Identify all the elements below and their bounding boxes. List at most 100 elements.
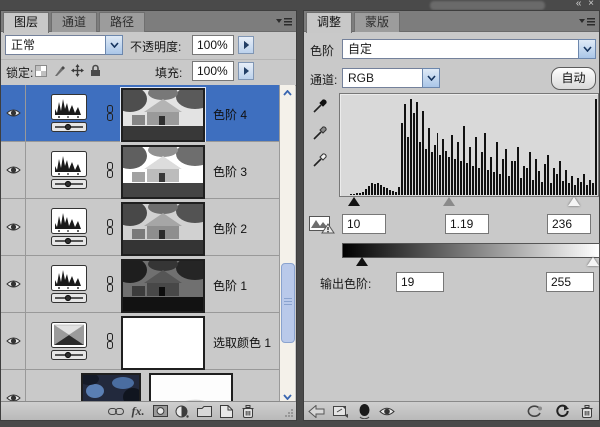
add-layer-mask-icon[interactable] (149, 403, 171, 419)
opacity-input[interactable]: 100% (192, 35, 234, 55)
levels-adjustment-thumbnail[interactable] (51, 208, 87, 246)
new-adjustment-layer-icon[interactable] (171, 403, 193, 419)
output-levels-label: 输出色阶: (320, 275, 371, 292)
levels-adjustment-thumbnail[interactable] (51, 94, 87, 132)
tab-layers[interactable]: 图层 (3, 12, 49, 33)
layer-row-levels-3[interactable]: 色阶 3 (1, 142, 282, 199)
output-levels-row: 输出色阶: (304, 269, 599, 295)
scrollbar-thumb[interactable] (281, 263, 295, 343)
scroll-up-icon[interactable] (280, 85, 295, 100)
lock-all-icon[interactable] (90, 64, 101, 77)
layer-mask-thumbnail[interactable] (121, 145, 205, 199)
auto-button[interactable]: 自动 (551, 67, 596, 90)
levels-preset-row: 色阶 自定 (304, 37, 599, 63)
visibility-eye-icon[interactable] (6, 336, 21, 346)
output-low-field[interactable] (396, 272, 444, 292)
visibility-eye-icon[interactable] (6, 165, 21, 175)
tab-adjustments[interactable]: 调整 (306, 12, 352, 33)
expanded-view-icon[interactable] (333, 404, 350, 418)
layers-tabbar: 图层 通道 路径 (1, 11, 296, 32)
lock-position-icon[interactable] (71, 64, 84, 77)
selective-color-thumbnail[interactable] (51, 322, 87, 360)
layers-panel: 图层 通道 路径 正常 不透明度: 100% 锁定: (0, 10, 297, 421)
toggle-visibility-eye-icon[interactable] (379, 406, 395, 417)
histogram-warning-icon[interactable] (309, 214, 335, 234)
tab-masks[interactable]: 蒙版 (354, 12, 400, 32)
fill-input[interactable]: 100% (192, 61, 234, 81)
midtone-input-slider[interactable] (443, 197, 455, 206)
panel-menu-icon[interactable] (276, 16, 292, 26)
output-shadow-slider[interactable] (356, 257, 368, 266)
white-point-eyedropper-icon[interactable] (312, 151, 329, 168)
mask-link-icon[interactable] (105, 333, 115, 349)
opacity-slider-arrow-icon[interactable] (238, 36, 254, 54)
adjustments-panel: 调整 蒙版 色阶 自定 通道: RGB 自动 (303, 10, 600, 421)
mask-link-icon[interactable] (105, 219, 115, 235)
fill-slider-arrow-icon[interactable] (238, 62, 254, 80)
output-gradient-bar[interactable] (342, 243, 600, 258)
reset-icon[interactable] (555, 404, 569, 418)
new-group-icon[interactable] (193, 403, 215, 419)
layer-name: 色阶 3 (213, 163, 247, 180)
resize-grip[interactable] (285, 408, 294, 417)
layer-style-icon[interactable]: fx. (127, 403, 149, 419)
tab-channels[interactable]: 通道 (51, 12, 97, 32)
clip-to-layer-icon[interactable] (358, 404, 371, 419)
channel-row: 通道: RGB 自动 (304, 65, 599, 93)
histogram-bars (341, 99, 597, 195)
return-to-adjustment-list-icon[interactable] (308, 405, 325, 418)
layer-row-selective-color[interactable]: 选取颜色 1 (1, 313, 282, 370)
layers-scrollbar[interactable] (279, 85, 295, 404)
new-layer-icon[interactable] (215, 403, 237, 419)
shadow-input-field[interactable] (342, 214, 386, 234)
layer-row-levels-2[interactable]: 色阶 2 (1, 199, 282, 256)
levels-adjustment-thumbnail[interactable] (51, 151, 87, 189)
watermark (430, 1, 545, 10)
chevron-down-icon[interactable] (422, 68, 440, 88)
levels-histogram[interactable] (339, 93, 599, 197)
lock-transparency-icon[interactable] (35, 65, 47, 77)
mask-link-icon[interactable] (105, 276, 115, 292)
adjustments-bottom-bar (304, 401, 599, 420)
link-layers-icon[interactable] (105, 403, 127, 419)
chevron-down-icon[interactable] (105, 35, 123, 55)
delete-adjustment-icon[interactable] (581, 405, 593, 418)
tab-paths[interactable]: 路径 (99, 12, 145, 32)
close-panel-icon[interactable]: × (588, 0, 596, 9)
lock-fill-row: 锁定: 填充: 100% (1, 59, 296, 86)
view-previous-state-icon[interactable] (527, 405, 543, 418)
levels-adjustment-thumbnail[interactable] (51, 265, 87, 303)
lock-paint-icon[interactable] (53, 65, 65, 77)
layer-name: 色阶 4 (213, 106, 247, 123)
layer-row-levels-1[interactable]: 色阶 1 (1, 256, 282, 313)
layer-mask-thumbnail[interactable] (121, 202, 205, 256)
layer-mask-thumbnail[interactable] (121, 316, 205, 370)
delete-layer-icon[interactable] (237, 403, 259, 419)
collapse-panels-icon[interactable]: « (576, 0, 584, 9)
visibility-eye-icon[interactable] (6, 108, 21, 118)
mask-link-icon[interactable] (105, 105, 115, 121)
panel-menu-icon[interactable] (579, 16, 595, 26)
highlight-input-slider[interactable] (568, 197, 580, 206)
mask-link-icon[interactable] (105, 162, 115, 178)
layer-mask-thumbnail[interactable] (121, 259, 205, 313)
shadow-input-slider[interactable] (348, 197, 360, 206)
layer-row-background-photo[interactable] (1, 370, 282, 404)
blend-mode-select[interactable]: 正常 (5, 35, 123, 55)
photo-thumbnail[interactable] (81, 373, 141, 404)
layer-mask-thumbnail[interactable] (121, 88, 205, 142)
channel-select[interactable]: RGB (342, 68, 440, 88)
gray-point-eyedropper-icon[interactable] (312, 124, 329, 141)
visibility-eye-icon[interactable] (6, 222, 21, 232)
chevron-down-icon[interactable] (578, 39, 596, 59)
layer-name: 色阶 2 (213, 220, 247, 237)
highlight-input-field[interactable] (547, 214, 591, 234)
output-highlight-slider[interactable] (587, 257, 599, 266)
layer-row-levels-4[interactable]: 色阶 4 (1, 85, 282, 142)
visibility-eye-icon[interactable] (6, 279, 21, 289)
black-point-eyedropper-icon[interactable] (312, 97, 329, 114)
preset-select[interactable]: 自定 (342, 39, 596, 59)
midtone-input-field[interactable] (445, 214, 489, 234)
layer-mask-thumbnail[interactable] (149, 373, 233, 404)
output-high-field[interactable] (546, 272, 594, 292)
